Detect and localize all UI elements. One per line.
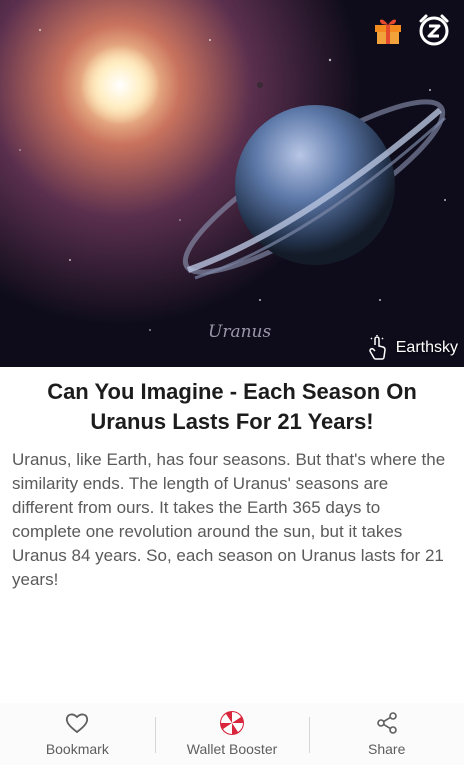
source-label: Earthsky: [395, 339, 458, 356]
share-icon: [376, 712, 397, 734]
pinwheel-icon: [220, 711, 244, 735]
uranus-illustration: [0, 0, 464, 367]
article-body: Uranus, like Earth, has four seasons. Bu…: [12, 450, 446, 589]
article-title: Can You Imagine - Each Season On Uranus …: [47, 379, 417, 434]
bottom-action-bar: Bookmark Wallet Booster Share: [0, 703, 464, 765]
bookmark-label: Bookmark: [45, 741, 109, 757]
article-hero-image[interactable]: Uranus Earthsky: [0, 0, 464, 367]
share-label: Share: [368, 741, 406, 757]
share-button[interactable]: Share: [309, 703, 464, 765]
snooze-alarm-icon[interactable]: [416, 12, 452, 48]
image-caption: Uranus: [208, 322, 272, 342]
source-link[interactable]: Earthsky: [366, 335, 458, 361]
gift-icon[interactable]: [370, 12, 406, 48]
wallet-booster-button[interactable]: Wallet Booster: [154, 703, 310, 765]
heart-icon: [66, 713, 89, 734]
bookmark-button[interactable]: Bookmark: [0, 703, 155, 765]
tap-hand-icon: [369, 335, 386, 360]
wallet-booster-label: Wallet Booster: [186, 741, 278, 757]
